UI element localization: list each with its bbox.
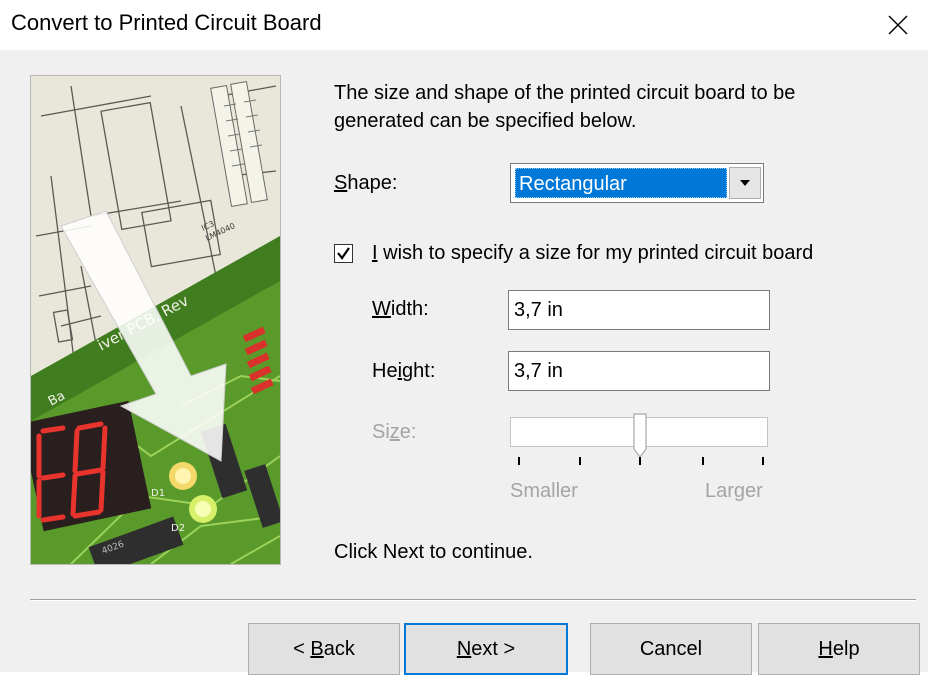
slider-tick bbox=[639, 457, 641, 465]
close-x-icon bbox=[888, 15, 908, 35]
height-input[interactable] bbox=[508, 351, 770, 391]
slider-tick bbox=[518, 457, 520, 465]
separator bbox=[30, 599, 916, 601]
close-button[interactable] bbox=[868, 0, 928, 50]
slider-tick bbox=[762, 457, 764, 465]
width-input[interactable] bbox=[508, 290, 770, 330]
back-button[interactable]: < Back bbox=[248, 623, 400, 675]
svg-text:D1: D1 bbox=[151, 488, 165, 499]
specify-size-checkbox[interactable] bbox=[334, 244, 353, 263]
slider-min-label: Smaller bbox=[510, 480, 578, 502]
width-label: Width: bbox=[372, 298, 429, 320]
shape-dropdown[interactable]: Rectangular bbox=[510, 163, 764, 203]
title-bar: Convert to Printed Circuit Board bbox=[0, 0, 928, 50]
shape-selected-value: Rectangular bbox=[515, 168, 727, 198]
chevron-down-icon bbox=[740, 180, 750, 186]
height-label: Height: bbox=[372, 360, 436, 382]
specify-size-label[interactable]: I wish to specify a size for my printed … bbox=[372, 242, 813, 265]
slider-tick bbox=[702, 457, 704, 465]
continue-hint: Click Next to continue. bbox=[334, 541, 533, 563]
next-button[interactable]: Next > bbox=[404, 623, 568, 675]
cancel-button[interactable]: Cancel bbox=[590, 623, 752, 675]
window-title: Convert to Printed Circuit Board bbox=[11, 10, 322, 35]
dropdown-button[interactable] bbox=[729, 167, 761, 199]
shape-label: Shape: bbox=[334, 172, 398, 194]
slider-thumb[interactable] bbox=[632, 413, 648, 459]
intro-line-2: generated can be specified below. bbox=[334, 110, 637, 132]
slider-tick bbox=[579, 457, 581, 465]
size-label: Size: bbox=[372, 421, 417, 443]
checkmark-icon bbox=[337, 247, 350, 260]
slider-max-label: Larger bbox=[705, 480, 763, 502]
pcb-wizard-illustration: IC3 LM4040 iver PCB, Rev Ba bbox=[30, 75, 281, 565]
help-button[interactable]: Help bbox=[758, 623, 920, 675]
svg-text:D2: D2 bbox=[171, 523, 185, 534]
size-slider[interactable] bbox=[510, 413, 770, 473]
intro-text: The size and shape of the printed circui… bbox=[334, 79, 795, 135]
intro-line-1: The size and shape of the printed circui… bbox=[334, 82, 796, 104]
